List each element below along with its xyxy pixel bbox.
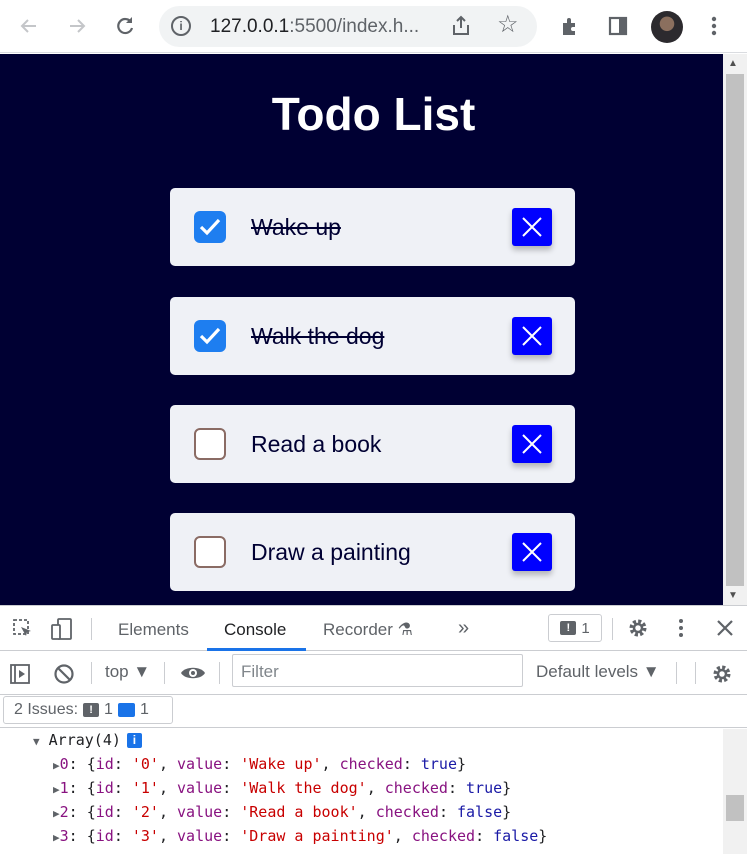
todo-item: Walk the dog: [170, 297, 575, 375]
delete-button[interactable]: [512, 533, 552, 571]
todo-item: Draw a painting: [170, 513, 575, 591]
scrollbar-thumb[interactable]: [726, 795, 744, 821]
collapsed-triangle-icon: ▶: [53, 831, 60, 844]
scroll-up-icon[interactable]: ▲: [728, 58, 738, 69]
settings-gear-icon[interactable]: [627, 617, 649, 645]
close-icon: [522, 326, 542, 346]
dropdown-arrow-icon: ▼: [642, 662, 660, 681]
console-array-entry[interactable]: ▶0: {id: '0', value: 'Wake up', checked:…: [53, 755, 466, 773]
console-toolbar: top ▼ Filter Default levels ▼: [0, 652, 747, 695]
delete-button[interactable]: [512, 208, 552, 246]
collapsed-triangle-icon: ▶: [53, 783, 60, 796]
scroll-down-icon[interactable]: ▼: [728, 590, 738, 601]
console-array-entry[interactable]: ▶2: {id: '2', value: 'Read a book', chec…: [53, 803, 511, 821]
dropdown-arrow-icon: ▼: [133, 662, 151, 681]
clear-console-icon[interactable]: [53, 663, 75, 691]
menu-icon[interactable]: [697, 9, 731, 43]
address-bar[interactable]: i 127.0.0.1:5500/index.h... ☆: [159, 6, 537, 47]
close-icon: [522, 434, 542, 454]
url-text: 127.0.0.1:5500/index.h...: [210, 16, 420, 37]
collapsed-triangle-icon: ▶: [53, 807, 60, 820]
todo-item: Wake up: [170, 188, 575, 266]
console-output: ▼ Array(4) i ▶0: {id: '0', value: 'Wake u…: [0, 729, 723, 854]
inspect-element-icon[interactable]: [12, 618, 34, 646]
page-title: Todo List: [271, 88, 476, 140]
expanded-triangle-icon: ▼: [33, 735, 40, 748]
extensions-icon[interactable]: [553, 9, 587, 43]
info-icon: i: [126, 733, 142, 748]
issues-bar: 2 Issues: ! 1 1: [0, 696, 747, 728]
issue-info-icon: [117, 703, 135, 717]
todo-item: Read a book: [170, 405, 575, 483]
scrollbar-thumb[interactable]: [726, 74, 744, 586]
share-icon[interactable]: [449, 14, 473, 38]
console-settings-gear-icon[interactable]: [711, 663, 733, 691]
console-array-entry[interactable]: ▶1: {id: '1', value: 'Walk the dog', che…: [53, 779, 511, 797]
todo-checkbox[interactable]: [194, 211, 226, 243]
log-levels-dropdown[interactable]: Default levels ▼: [536, 662, 660, 682]
issues-button[interactable]: 2 Issues: ! 1 1: [3, 696, 173, 724]
todo-label: Read a book: [251, 431, 382, 457]
reload-icon[interactable]: [108, 9, 142, 43]
checkmark-icon: [199, 327, 221, 345]
issue-error-icon: !: [83, 703, 100, 717]
forward-icon[interactable]: [60, 9, 94, 43]
console-scrollbar[interactable]: [723, 729, 747, 854]
back-icon[interactable]: [12, 9, 46, 43]
todo-checkbox[interactable]: [194, 536, 226, 568]
todo-checkbox[interactable]: [194, 320, 226, 352]
profile-avatar[interactable]: [651, 11, 683, 43]
issue-icon: !: [560, 621, 577, 635]
devtools-tab-bar: Elements Console Recorder ⚗ » ! 1: [0, 606, 747, 651]
tab-console[interactable]: Console: [224, 620, 286, 640]
tab-recorder[interactable]: Recorder ⚗: [323, 620, 413, 640]
todo-label: Wake up: [251, 214, 341, 240]
console-filter-input[interactable]: Filter: [232, 654, 523, 687]
close-icon: [522, 217, 542, 237]
browser-toolbar: i 127.0.0.1:5500/index.h... ☆: [0, 0, 747, 53]
collapsed-triangle-icon: ▶: [53, 759, 60, 772]
todo-checkbox[interactable]: [194, 428, 226, 460]
todo-label: Draw a painting: [251, 539, 411, 565]
live-expression-eye-icon[interactable]: [180, 664, 206, 688]
devtools-panel: Elements Console Recorder ⚗ » ! 1 top ▼ F…: [0, 605, 747, 854]
page-scrollbar[interactable]: ▲ ▼: [723, 54, 747, 605]
close-icon: [522, 542, 542, 562]
more-options-icon[interactable]: [678, 618, 684, 644]
page-viewport: Todo List Wake up Walk the dog Read a book…: [0, 54, 723, 605]
todo-label: Walk the dog: [251, 323, 385, 349]
close-devtools-icon[interactable]: [716, 619, 734, 643]
tab-elements[interactable]: Elements: [118, 620, 189, 640]
flask-icon: ⚗: [397, 620, 413, 639]
delete-button[interactable]: [512, 317, 552, 355]
more-tabs-button[interactable]: »: [458, 617, 469, 640]
active-tab-indicator: [207, 648, 306, 651]
issues-badge[interactable]: ! 1: [548, 614, 602, 642]
context-selector[interactable]: top ▼: [105, 662, 150, 682]
star-icon[interactable]: ☆: [497, 10, 519, 39]
device-toolbar-icon[interactable]: [50, 617, 74, 647]
show-sidebar-icon[interactable]: [9, 663, 31, 691]
checkmark-icon: [199, 218, 221, 236]
site-info-icon[interactable]: i: [171, 16, 191, 36]
delete-button[interactable]: [512, 425, 552, 463]
array-header[interactable]: ▼ Array(4) i: [33, 731, 142, 749]
console-array-entry[interactable]: ▶3: {id: '3', value: 'Draw a painting', …: [53, 827, 547, 845]
side-panel-icon[interactable]: [601, 9, 635, 43]
